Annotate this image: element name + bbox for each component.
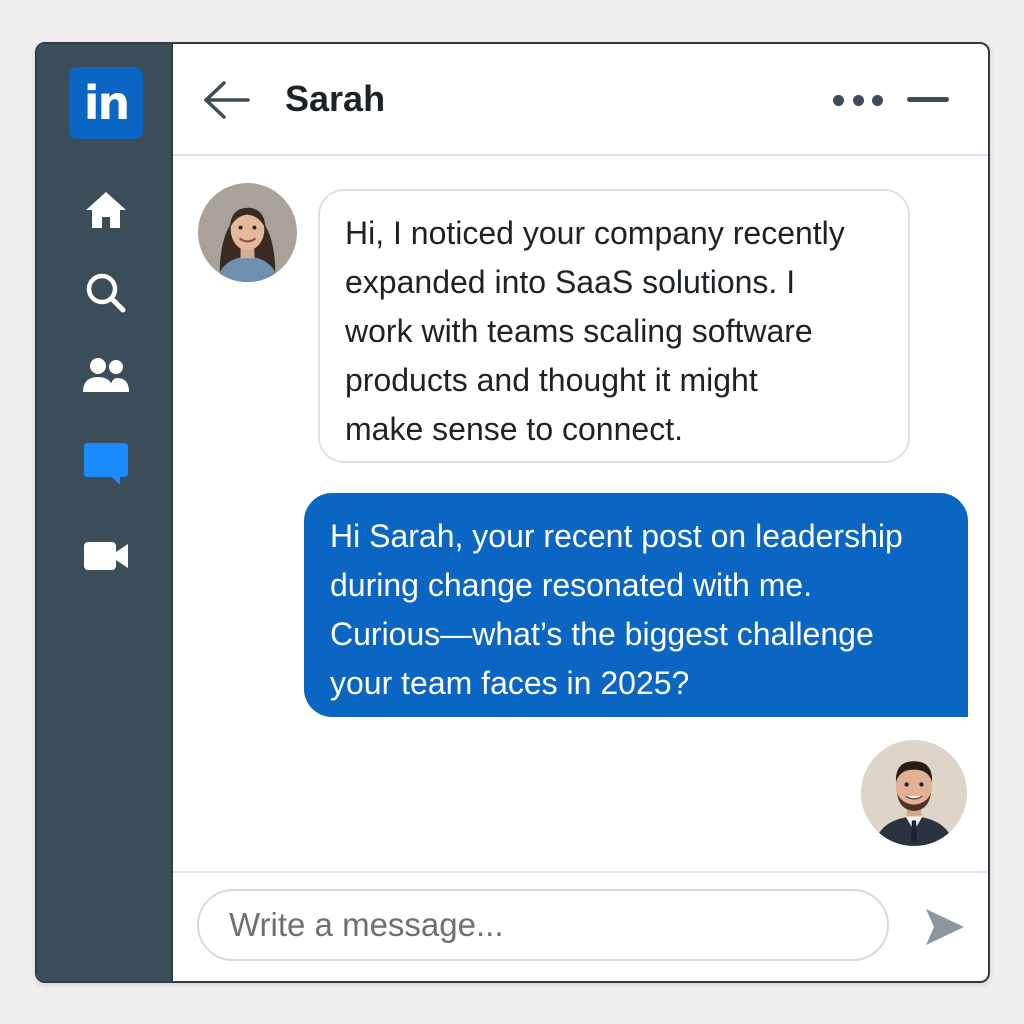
conversation-title: Sarah bbox=[285, 78, 386, 119]
sidebar-item-messaging[interactable] bbox=[81, 439, 131, 489]
message-composer bbox=[173, 871, 988, 981]
message-line: products and thought it might bbox=[345, 362, 758, 398]
message-line: Curious—what’s the biggest challenge bbox=[330, 616, 874, 652]
message-line: make sense to connect. bbox=[345, 411, 683, 447]
message-line: during change resonated with me. bbox=[330, 567, 813, 603]
message-line: your team faces in 2025? bbox=[330, 665, 690, 701]
video-icon bbox=[84, 542, 128, 570]
profile-photo-me bbox=[861, 740, 967, 846]
home-icon bbox=[86, 192, 126, 228]
sender-avatar[interactable] bbox=[198, 183, 297, 282]
message-line: Hi, I noticed your company recently bbox=[345, 215, 845, 251]
sidebar-item-video[interactable] bbox=[81, 531, 131, 581]
my-avatar[interactable] bbox=[861, 740, 967, 846]
sidebar-item-search[interactable] bbox=[81, 268, 131, 318]
message-line: Hi Sarah, your recent post on leadership bbox=[330, 518, 903, 554]
more-options-button[interactable] bbox=[833, 90, 883, 110]
send-icon bbox=[926, 909, 964, 945]
profile-photo-sarah bbox=[198, 183, 297, 282]
sidebar: in bbox=[37, 44, 173, 981]
linkedin-logo[interactable]: in bbox=[69, 67, 143, 139]
messaging-window: in Sarah Hi, I noticed your company rece… bbox=[35, 42, 990, 983]
messaging-icon bbox=[84, 443, 128, 485]
minimize-button[interactable] bbox=[907, 90, 951, 110]
network-icon bbox=[83, 358, 129, 392]
message-line: work with teams scaling software bbox=[345, 313, 813, 349]
arrow-left-icon bbox=[204, 81, 250, 119]
outgoing-message-bubble: Hi Sarah, your recent post on leadership… bbox=[304, 493, 968, 717]
incoming-message-bubble: Hi, I noticed your company recently expa… bbox=[318, 189, 910, 463]
search-icon bbox=[86, 273, 126, 313]
conversation-header: Sarah bbox=[173, 44, 988, 156]
message-line: expanded into SaaS solutions. I bbox=[345, 264, 796, 300]
sidebar-item-home[interactable] bbox=[81, 185, 131, 235]
back-button[interactable] bbox=[199, 76, 255, 124]
message-input[interactable] bbox=[197, 889, 889, 961]
sidebar-item-network[interactable] bbox=[81, 350, 131, 400]
more-horizontal-icon bbox=[833, 94, 844, 106]
send-button[interactable] bbox=[921, 903, 969, 951]
